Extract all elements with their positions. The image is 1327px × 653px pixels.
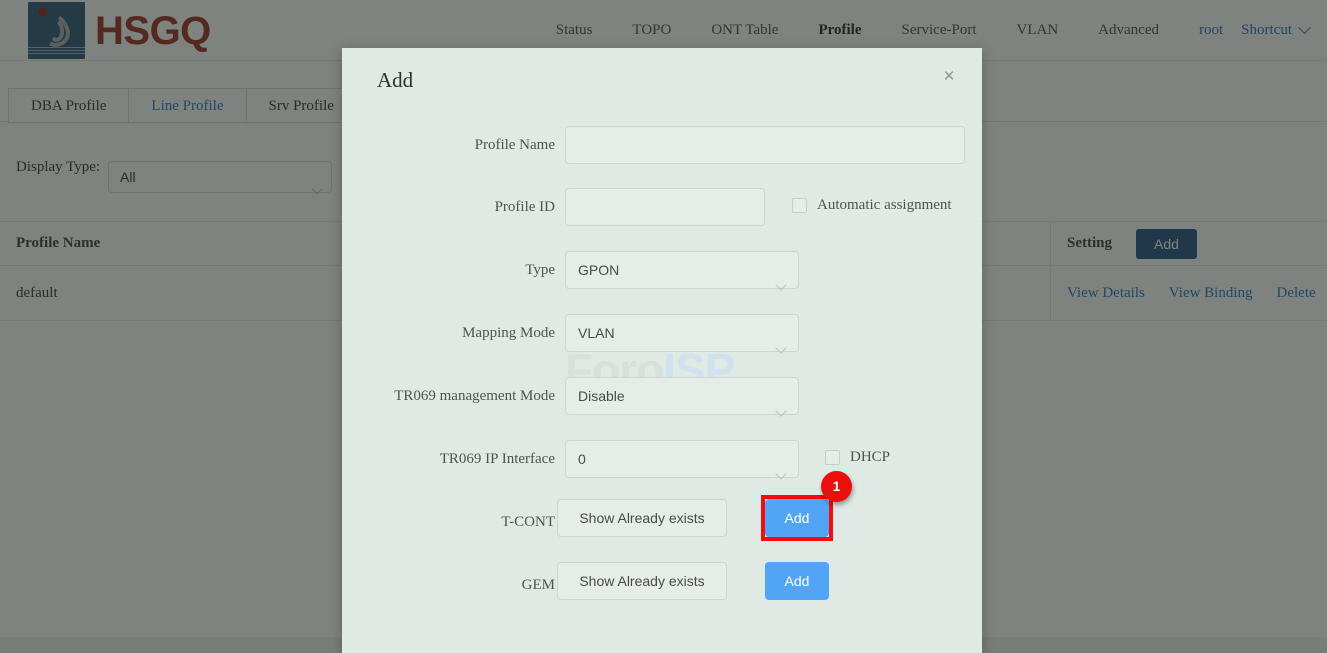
tr069-management-mode-value: Disable	[578, 388, 625, 404]
control-gem: Show Already exists Add	[557, 562, 829, 600]
control-profile-id	[565, 188, 765, 226]
label-profile-id: Profile ID	[494, 199, 555, 215]
add-line-profile-dialog: Add × ForoISP Profile Name Profile ID Au…	[342, 48, 982, 653]
automatic-assignment-label: Automatic assignment	[817, 197, 952, 213]
add-profile-form: Profile Name Profile ID Automatic assign…	[342, 110, 982, 613]
mapping-mode-value: VLAN	[578, 325, 615, 341]
dialog-header: Add ×	[342, 48, 982, 110]
form-row-gem: GEM Show Already exists Add	[342, 550, 982, 613]
mapping-mode-select[interactable]: VLAN	[565, 314, 799, 354]
control-tcont: Show Already exists 1 Add	[557, 471, 852, 541]
form-row-tr069-ip-interface: TR069 IP Interface 0 DHCP	[342, 424, 982, 487]
control-tr069-ip-interface: 0	[565, 440, 799, 480]
label-profile-name: Profile Name	[474, 137, 555, 153]
dhcp-checkbox-group[interactable]: DHCP	[825, 449, 890, 466]
gem-add-wrap: Add	[765, 562, 829, 600]
tcont-add-button[interactable]: Add	[765, 499, 829, 537]
label-gem: GEM	[521, 577, 555, 593]
control-tr069-management-mode: Disable	[565, 377, 799, 417]
control-mapping-mode: VLAN	[565, 314, 799, 354]
gem-add-button[interactable]: Add	[765, 562, 829, 600]
chevron-down-icon	[775, 392, 787, 428]
app-root: HSGQ Status TOPO ONT Table Profile Servi…	[0, 0, 1327, 653]
chevron-down-icon	[775, 329, 787, 365]
dialog-title: Add	[377, 68, 414, 92]
label-tcont: T-CONT	[501, 514, 555, 530]
control-profile-name	[565, 126, 965, 164]
tr069-management-mode-select[interactable]: Disable	[565, 377, 799, 417]
automatic-assignment-checkbox[interactable]	[792, 198, 807, 213]
profile-id-input[interactable]	[565, 188, 765, 226]
chevron-down-icon	[775, 455, 787, 491]
close-icon[interactable]: ×	[938, 66, 960, 88]
tr069-ip-interface-value: 0	[578, 451, 586, 467]
gem-show-existing-button[interactable]: Show Already exists	[557, 562, 727, 600]
form-row-mapping-mode: Mapping Mode VLAN	[342, 298, 982, 361]
tcont-add-highlight: 1 Add	[761, 471, 852, 541]
type-select[interactable]: GPON	[565, 251, 799, 291]
form-row-tcont: T-CONT Show Already exists 1 Add	[342, 471, 982, 550]
step-badge: 1	[821, 471, 852, 502]
tcont-show-existing-button[interactable]: Show Already exists	[557, 499, 727, 537]
dhcp-checkbox[interactable]	[825, 450, 840, 465]
type-value: GPON	[578, 262, 620, 278]
profile-name-input[interactable]	[565, 126, 965, 164]
form-row-profile-name: Profile Name	[342, 110, 982, 172]
label-mapping-mode: Mapping Mode	[462, 325, 555, 341]
label-tr069-management-mode: TR069 management Mode	[394, 388, 555, 404]
form-row-tr069-management-mode: TR069 management Mode Disable	[342, 361, 982, 424]
control-type: GPON	[565, 251, 799, 291]
label-type: Type	[525, 262, 555, 278]
tr069-ip-interface-select[interactable]: 0	[565, 440, 799, 480]
label-tr069-ip-interface: TR069 IP Interface	[439, 451, 555, 467]
chevron-down-icon	[775, 266, 787, 302]
form-row-type: Type GPON	[342, 235, 982, 298]
form-row-profile-id: Profile ID Automatic assignment	[342, 172, 982, 235]
automatic-assignment-checkbox-group[interactable]: Automatic assignment	[792, 197, 952, 214]
dhcp-label: DHCP	[850, 449, 891, 465]
